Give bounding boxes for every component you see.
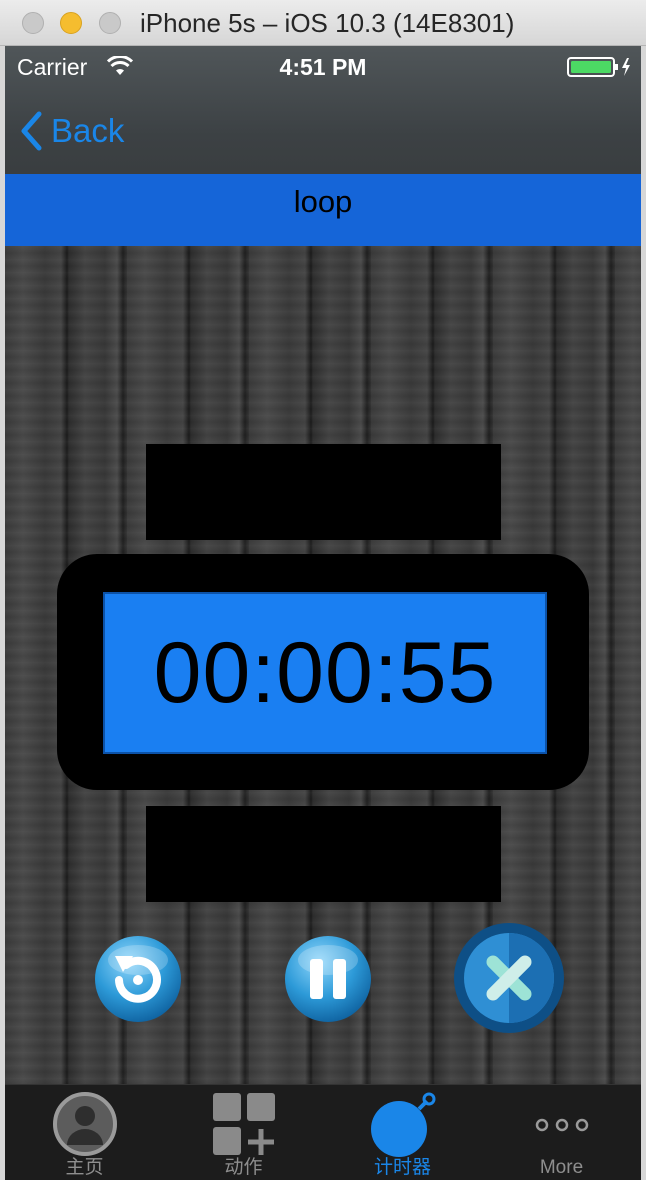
window-title: iPhone 5s – iOS 10.3 (14E8301): [140, 8, 515, 38]
page-title: loop: [5, 174, 641, 246]
back-button[interactable]: Back: [19, 108, 124, 154]
tab-actions[interactable]: 动作: [164, 1085, 323, 1180]
person-icon: [52, 1092, 117, 1156]
timer-frame: 00:00:55: [57, 554, 589, 790]
tab-label-more: More: [539, 1157, 584, 1178]
reset-button[interactable]: [93, 934, 183, 1024]
navigation-bar: Carrier 4:51 PM Back: [5, 46, 641, 174]
back-label: Back: [51, 112, 125, 149]
tab-label-actions: 动作: [224, 1157, 263, 1178]
stop-button[interactable]: [453, 922, 565, 1034]
window-titlebar: iPhone 5s – iOS 10.3 (14E8301): [0, 0, 646, 46]
pause-button[interactable]: [283, 934, 373, 1024]
more-icon: [535, 1118, 588, 1132]
tab-more[interactable]: More: [482, 1085, 641, 1180]
window-close-button[interactable]: [22, 12, 44, 34]
wood-background: 00:00:55: [5, 246, 641, 1084]
window-minimize-button[interactable]: [60, 12, 82, 34]
bottom-label-bar: [146, 806, 501, 902]
tab-label-timer: 计时器: [373, 1157, 431, 1178]
battery-icon: [567, 57, 630, 77]
tab-home[interactable]: 主页: [5, 1085, 164, 1180]
tab-label-home: 主页: [65, 1157, 104, 1178]
stopwatch-icon: [370, 1092, 435, 1157]
tab-timer[interactable]: 计时器: [323, 1085, 482, 1180]
timer-value: 00:00:55: [153, 624, 497, 721]
chevron-left-icon: [21, 111, 42, 151]
tab-bar: 主页 动作 计时器 More: [5, 1084, 641, 1180]
top-label-bar: [146, 444, 501, 540]
grid-plus-icon: [212, 1093, 275, 1155]
phone-screen: Carrier 4:51 PM Back loop 00:00:55 主页 动作…: [5, 46, 641, 1180]
window-zoom-button[interactable]: [99, 12, 121, 34]
timer-display: 00:00:55: [103, 592, 547, 754]
status-time: 4:51 PM: [279, 54, 367, 80]
